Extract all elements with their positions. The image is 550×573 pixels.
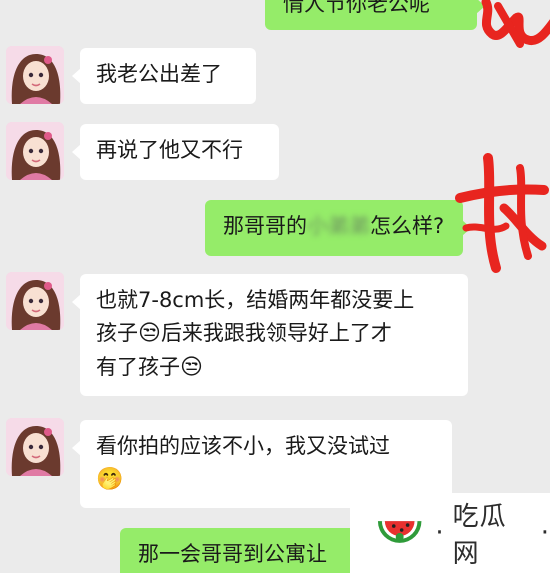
- avatar-image: [6, 272, 64, 330]
- message-text: 那哥哥的: [223, 214, 307, 238]
- chat-screen: 情人节你老公呢 我老公出差了 再说了他又不行 那哥哥的小弟弟怎么样? 也就7-8…: [0, 0, 550, 573]
- message-text: 情人节你老公呢: [283, 0, 430, 16]
- watermark: · 吃瓜网 ·: [350, 493, 550, 573]
- message-line: 🤭: [96, 463, 436, 497]
- unamused-face-icon: 😒: [180, 354, 203, 380]
- contact-avatar[interactable]: [6, 272, 64, 330]
- message-bubble-incoming[interactable]: 也就7-8cm长，结婚两年都没要上 孩子😒后来我跟我领导好上了才 有了孩子😒: [72, 274, 468, 396]
- message-line: 孩子😒后来我跟我领导好上了才: [96, 317, 452, 351]
- avatar-image: [6, 46, 64, 104]
- message-text: 那一会哥哥到公寓让: [138, 542, 327, 566]
- unamused-face-icon: 😒: [138, 320, 161, 346]
- contact-avatar[interactable]: [6, 418, 64, 476]
- message-text: 孩子: [96, 320, 138, 345]
- watermark-separator: ·: [540, 518, 550, 548]
- watermark-text: 吃瓜网: [452, 502, 507, 569]
- shy-face-icon: 🤭: [96, 466, 124, 492]
- message-text: 有了孩子: [96, 354, 180, 379]
- red-annotation-middle: [455, 153, 549, 273]
- contact-avatar[interactable]: [6, 122, 64, 180]
- message-line: 也就7-8cm长，结婚两年都没要上: [96, 288, 415, 312]
- red-annotation-top: [481, 0, 550, 48]
- message-bubble-outgoing[interactable]: 那哥哥的小弟弟怎么样?: [205, 200, 471, 256]
- message-bubble-incoming[interactable]: 再说了他又不行: [72, 124, 279, 180]
- message-text: 我老公出差了: [96, 62, 222, 86]
- redacted-text: 小弟弟: [307, 214, 370, 238]
- avatar-image: [6, 122, 64, 180]
- message-bubble-outgoing[interactable]: 情人节你老公呢: [265, 0, 485, 30]
- message-text: 怎么样?: [370, 214, 445, 238]
- watermelon-logo-icon: [377, 521, 422, 543]
- message-line: 看你拍的应该不小，我又没试过: [96, 434, 390, 458]
- message-text: 后来我跟我领导好上了才: [160, 320, 392, 345]
- watermark-separator: ·: [435, 518, 445, 548]
- contact-avatar[interactable]: [6, 46, 64, 104]
- message-line: 有了孩子😒: [96, 351, 452, 385]
- message-bubble-incoming[interactable]: 我老公出差了: [72, 48, 256, 104]
- avatar-image: [6, 418, 64, 476]
- message-text: 再说了他又不行: [96, 138, 243, 162]
